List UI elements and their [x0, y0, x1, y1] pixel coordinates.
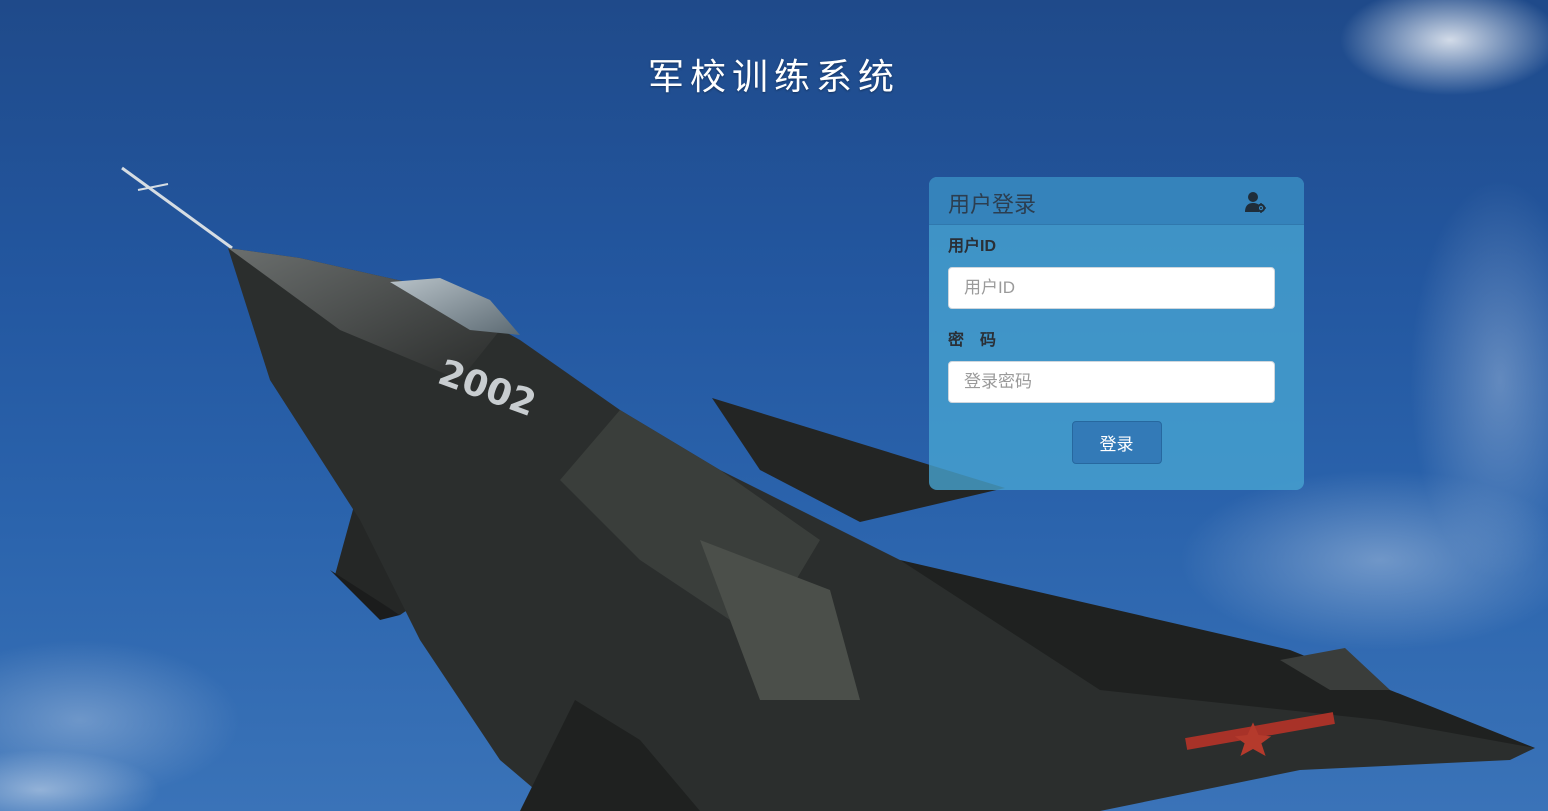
login-panel-title: 用户登录 [948, 192, 1037, 217]
login-panel-header: 用户登录 [929, 177, 1304, 225]
login-panel: 用户登录 用户ID 密 码 登录 [929, 177, 1304, 490]
user-gear-icon [1245, 192, 1266, 213]
password-input[interactable] [948, 361, 1275, 403]
userid-input[interactable] [948, 267, 1275, 309]
password-label: 密 码 [948, 332, 997, 349]
login-page: 2002 军校训练系统 用户登录 用户ID 密 码 登录 [0, 0, 1548, 811]
page-title: 军校训练系统 [647, 57, 900, 98]
userid-label: 用户ID [948, 238, 997, 255]
submit-row: 登录 [948, 403, 1275, 464]
fighter-jet-background-image: 2002 [0, 0, 1548, 811]
login-button[interactable]: 登录 [1071, 421, 1162, 464]
login-form: 用户ID 密 码 登录 [929, 225, 1304, 464]
